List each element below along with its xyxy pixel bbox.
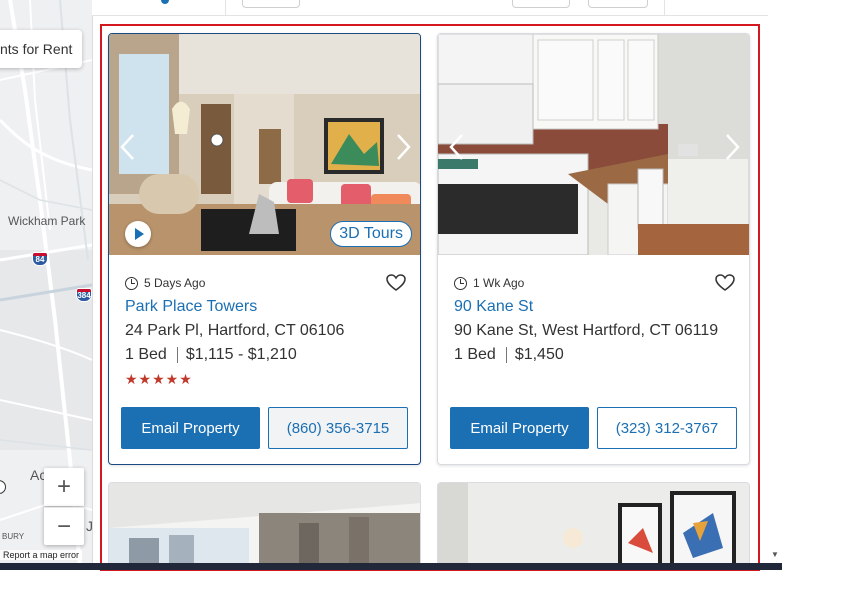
posted-text: 5 Days Ago (144, 276, 206, 290)
bed-count: 1 Bed (125, 346, 167, 363)
property-name-link[interactable]: 90 Kane St (454, 298, 533, 316)
price-range: $1,450 (514, 346, 564, 363)
footer-strip (0, 563, 782, 570)
email-property-button[interactable]: Email Property (121, 407, 260, 449)
filter-chip[interactable] (242, 0, 300, 8)
bed-count: 1 Bed (454, 346, 496, 363)
listing-photo[interactable] (438, 34, 749, 255)
listing-photo[interactable]: 3D Tours (109, 34, 420, 255)
chevron-left-icon[interactable] (117, 132, 139, 162)
map-divider (92, 0, 93, 566)
map-search-pill[interactable]: nts for Rent (0, 30, 82, 68)
zoom-in-button[interactable]: + (44, 468, 84, 506)
interstate-84-shield: 84 (32, 252, 48, 266)
3d-tours-badge[interactable]: 3D Tours (330, 221, 412, 247)
chevron-right-icon[interactable] (392, 132, 414, 162)
listing-card[interactable] (437, 482, 750, 569)
chevron-left-icon[interactable] (446, 132, 468, 162)
report-map-error-link[interactable]: Report a map error (0, 550, 83, 560)
posted-text: 1 Wk Ago (473, 276, 525, 290)
listing-card[interactable]: 1 Wk Ago 90 Kane St 90 Kane St, West Har… (437, 33, 750, 465)
listing-photo (109, 483, 420, 569)
posted-date: 5 Days Ago (125, 275, 205, 291)
scrollbar[interactable] (768, 0, 782, 566)
top-filter-bar (92, 0, 782, 16)
map-place-label: Wickham Park (8, 214, 86, 228)
phone-button[interactable]: (323) 312-3767 (597, 407, 737, 449)
listing-photo (438, 483, 749, 569)
toolbar-divider (225, 0, 226, 16)
property-info: 1 Bed $1,450 (454, 346, 564, 364)
play-icon[interactable] (125, 221, 151, 247)
kitchen-photo (438, 34, 749, 255)
map-place-label-4: BURY (2, 532, 25, 541)
toolbar-divider (664, 0, 665, 16)
listings-panel: 3D Tours 5 Days Ago Park Place Towers 24… (100, 24, 760, 571)
chevron-right-icon[interactable] (721, 132, 743, 162)
zoom-out-button[interactable]: − (44, 507, 84, 545)
interstate-384-shield: 384 (76, 288, 92, 302)
email-property-button[interactable]: Email Property (450, 407, 589, 449)
property-address: 24 Park Pl, Hartford, CT 06106 (125, 322, 345, 339)
active-tab-indicator (161, 0, 169, 4)
heart-icon[interactable] (715, 274, 735, 292)
map-pane[interactable]: nts for Rent Wickham Park 84 384 Ac J BU… (0, 0, 92, 566)
heart-icon[interactable] (386, 274, 406, 292)
info-separator (505, 347, 507, 363)
info-separator (176, 347, 178, 363)
property-info: 1 Bed $1,115 - $1,210 (125, 346, 297, 364)
listing-card[interactable] (108, 482, 421, 569)
posted-date: 1 Wk Ago (454, 275, 524, 291)
phone-button[interactable]: (860) 356-3715 (268, 407, 408, 449)
property-address: 90 Kane St, West Hartford, CT 06119 (454, 322, 719, 339)
rating-stars: ★★★★★ (125, 371, 193, 387)
clock-icon (454, 276, 467, 290)
property-name-link[interactable]: Park Place Towers (125, 298, 257, 316)
listing-card[interactable]: 3D Tours 5 Days Ago Park Place Towers 24… (108, 33, 421, 465)
price-range: $1,115 - $1,210 (185, 346, 297, 363)
scroll-down-arrow[interactable]: ▼ (771, 550, 779, 559)
filter-chip[interactable] (512, 0, 570, 8)
filter-chip[interactable] (588, 0, 648, 8)
clock-icon (125, 276, 138, 290)
